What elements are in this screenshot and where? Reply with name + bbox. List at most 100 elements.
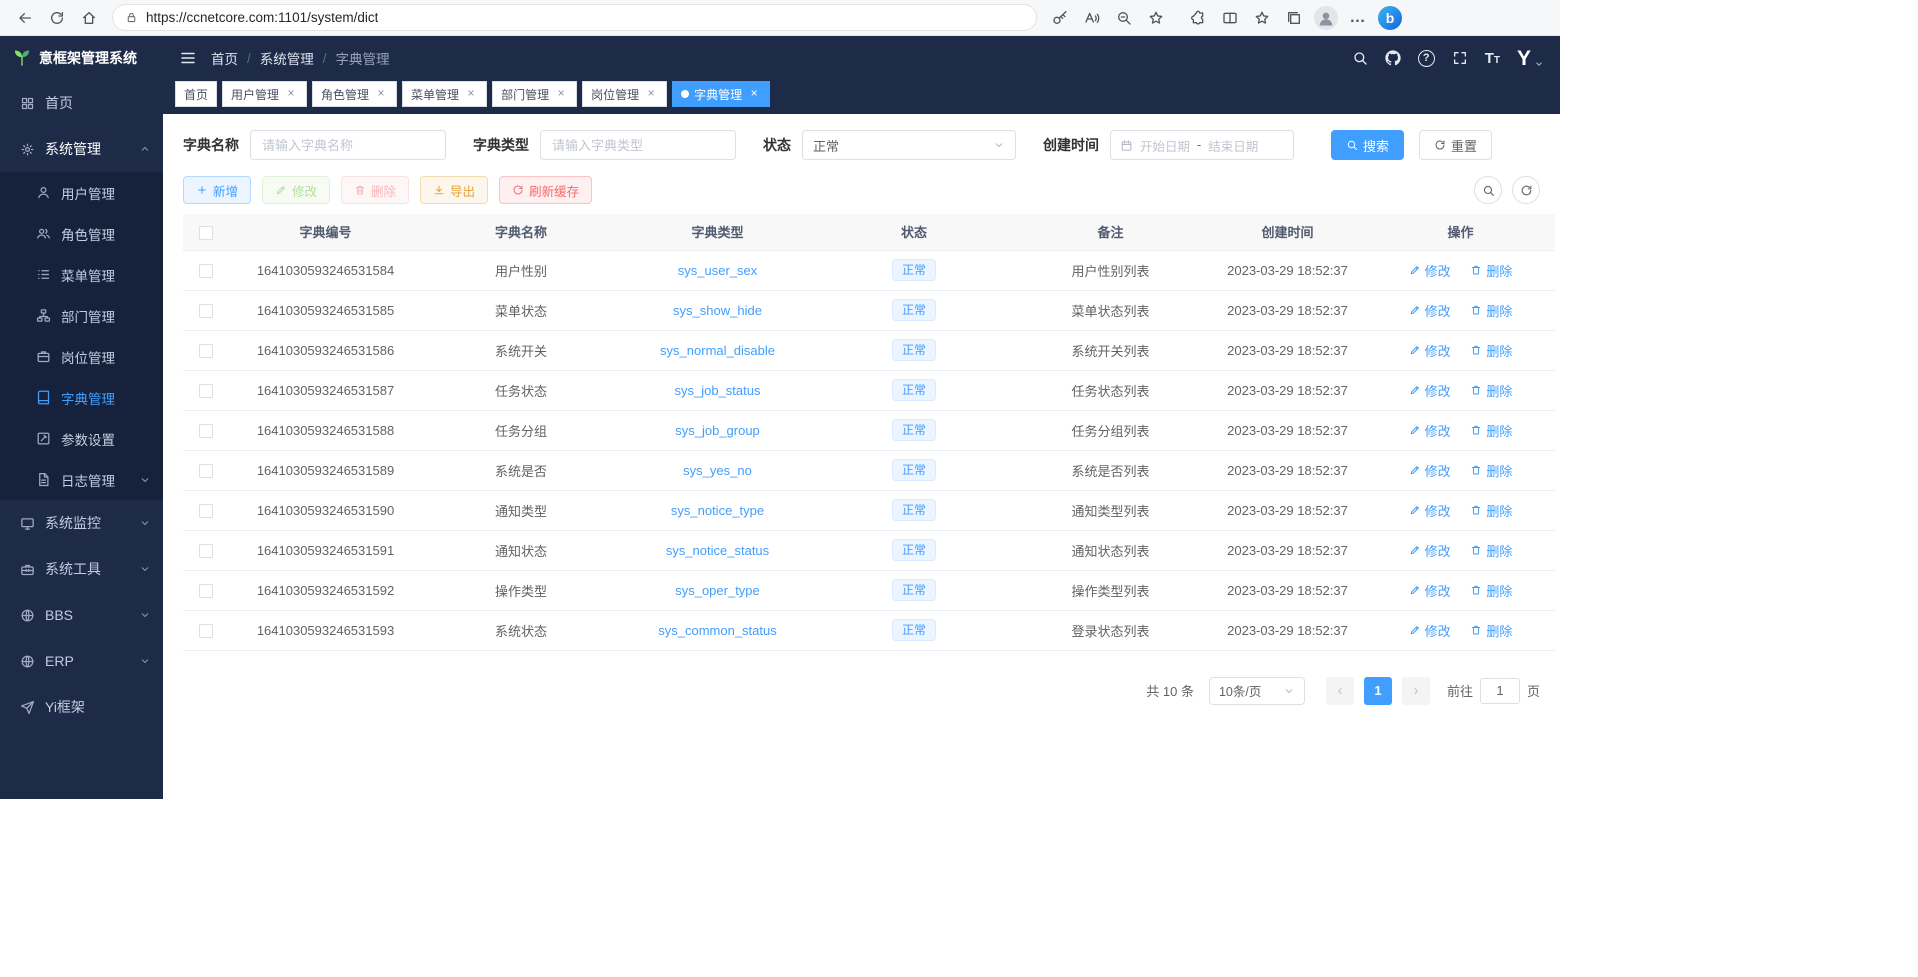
row-edit-button[interactable]: 修改 bbox=[1409, 261, 1451, 280]
fullscreen-button[interactable] bbox=[1452, 50, 1468, 66]
favorite-page-button[interactable] bbox=[1141, 4, 1171, 32]
sidebar-item-menu-management[interactable]: 菜单管理 bbox=[0, 254, 163, 295]
goto-page-input[interactable] bbox=[1480, 678, 1520, 704]
row-delete-button[interactable]: 删除 bbox=[1470, 581, 1512, 600]
row-checkbox[interactable] bbox=[199, 384, 213, 398]
add-button[interactable]: 新增 bbox=[183, 176, 251, 204]
sidebar-item-system-monitor[interactable]: 系统监控 bbox=[0, 500, 163, 546]
home-button[interactable] bbox=[74, 4, 104, 32]
table-row[interactable]: 1641030593246531585 菜单状态 sys_show_hide 正… bbox=[183, 290, 1555, 330]
header-search-button[interactable] bbox=[1352, 50, 1368, 66]
table-row[interactable]: 1641030593246531588 任务分组 sys_job_group 正… bbox=[183, 410, 1555, 450]
search-button[interactable]: 搜索 bbox=[1331, 130, 1404, 160]
dict-type-link[interactable]: sys_normal_disable bbox=[660, 343, 775, 358]
read-aloud-button[interactable] bbox=[1077, 4, 1107, 32]
tab-dict-management[interactable]: 字典管理 × bbox=[672, 81, 770, 107]
table-row[interactable]: 1641030593246531587 任务状态 sys_job_status … bbox=[183, 370, 1555, 410]
tab-dept-management[interactable]: 部门管理 × bbox=[492, 81, 577, 107]
bing-copilot-button[interactable]: b bbox=[1375, 4, 1405, 32]
date-range-picker[interactable]: 开始日期 - 结束日期 bbox=[1110, 130, 1294, 160]
refresh-table-button[interactable] bbox=[1512, 176, 1540, 204]
browser-menu-button[interactable]: … bbox=[1343, 4, 1373, 32]
row-delete-button[interactable]: 删除 bbox=[1470, 341, 1512, 360]
row-edit-button[interactable]: 修改 bbox=[1409, 581, 1451, 600]
sidebar-item-home[interactable]: 首页 bbox=[0, 80, 163, 126]
row-checkbox[interactable] bbox=[199, 304, 213, 318]
breadcrumb-item-system[interactable]: 系统管理 bbox=[260, 48, 314, 68]
row-checkbox[interactable] bbox=[199, 344, 213, 358]
row-delete-button[interactable]: 删除 bbox=[1470, 461, 1512, 480]
sidebar-toggle-button[interactable] bbox=[179, 49, 197, 67]
address-bar[interactable]: https://ccnetcore.com:1101/system/dict bbox=[112, 4, 1037, 31]
export-button[interactable]: 导出 bbox=[420, 176, 488, 204]
dict-type-link[interactable]: sys_oper_type bbox=[675, 583, 760, 598]
tab-close-icon[interactable]: × bbox=[284, 87, 298, 101]
toggle-search-button[interactable] bbox=[1474, 176, 1502, 204]
prev-page-button[interactable]: ‹ bbox=[1326, 677, 1354, 705]
zoom-button[interactable] bbox=[1109, 4, 1139, 32]
font-size-button[interactable]: TT bbox=[1485, 51, 1500, 66]
sidebar-item-post-management[interactable]: 岗位管理 bbox=[0, 336, 163, 377]
sidebar-item-dept-management[interactable]: 部门管理 bbox=[0, 295, 163, 336]
dict-type-link[interactable]: sys_user_sex bbox=[678, 263, 757, 278]
sidebar-item-yi-framework[interactable]: Yi框架 bbox=[0, 684, 163, 730]
row-edit-button[interactable]: 修改 bbox=[1409, 381, 1451, 400]
end-date-input[interactable]: 结束日期 bbox=[1208, 136, 1258, 155]
dict-type-link[interactable]: sys_show_hide bbox=[673, 303, 762, 318]
page-number-1[interactable]: 1 bbox=[1364, 677, 1392, 705]
select-all-checkbox[interactable] bbox=[199, 226, 213, 240]
row-delete-button[interactable]: 删除 bbox=[1470, 541, 1512, 560]
sidebar-item-system-tools[interactable]: 系统工具 bbox=[0, 546, 163, 592]
tab-close-icon[interactable]: × bbox=[644, 87, 658, 101]
row-checkbox[interactable] bbox=[199, 504, 213, 518]
table-row[interactable]: 1641030593246531592 操作类型 sys_oper_type 正… bbox=[183, 570, 1555, 610]
next-page-button[interactable]: › bbox=[1402, 677, 1430, 705]
tab-menu-management[interactable]: 菜单管理 × bbox=[402, 81, 487, 107]
dict-type-input[interactable] bbox=[540, 130, 736, 160]
favorites-button[interactable] bbox=[1247, 4, 1277, 32]
row-delete-button[interactable]: 删除 bbox=[1470, 421, 1512, 440]
passwords-button[interactable] bbox=[1045, 4, 1075, 32]
dict-type-link[interactable]: sys_notice_type bbox=[671, 503, 764, 518]
row-checkbox[interactable] bbox=[199, 264, 213, 278]
help-button[interactable]: ? bbox=[1418, 50, 1435, 67]
profile-button[interactable] bbox=[1311, 4, 1341, 32]
row-edit-button[interactable]: 修改 bbox=[1409, 461, 1451, 480]
tab-post-management[interactable]: 岗位管理 × bbox=[582, 81, 667, 107]
row-checkbox[interactable] bbox=[199, 464, 213, 478]
table-row[interactable]: 1641030593246531586 系统开关 sys_normal_disa… bbox=[183, 330, 1555, 370]
sidebar-item-user-management[interactable]: 用户管理 bbox=[0, 172, 163, 213]
tab-close-icon[interactable]: × bbox=[554, 87, 568, 101]
tab-home[interactable]: 首页 bbox=[175, 81, 217, 107]
status-select[interactable]: 正常 bbox=[802, 130, 1016, 160]
tab-role-management[interactable]: 角色管理 × bbox=[312, 81, 397, 107]
dict-type-link[interactable]: sys_yes_no bbox=[683, 463, 752, 478]
row-checkbox[interactable] bbox=[199, 424, 213, 438]
tab-close-icon[interactable]: × bbox=[747, 87, 761, 101]
github-button[interactable] bbox=[1385, 50, 1401, 66]
row-delete-button[interactable]: 删除 bbox=[1470, 301, 1512, 320]
dict-type-link[interactable]: sys_common_status bbox=[658, 623, 777, 638]
edit-button[interactable]: 修改 bbox=[262, 176, 330, 204]
dict-type-link[interactable]: sys_job_status bbox=[675, 383, 761, 398]
extensions-button[interactable] bbox=[1183, 4, 1213, 32]
sidebar-item-erp[interactable]: ERP bbox=[0, 638, 163, 684]
tab-close-icon[interactable]: × bbox=[464, 87, 478, 101]
table-row[interactable]: 1641030593246531593 系统状态 sys_common_stat… bbox=[183, 610, 1555, 650]
delete-button[interactable]: 删除 bbox=[341, 176, 409, 204]
dict-type-link[interactable]: sys_notice_status bbox=[666, 543, 769, 558]
sidebar-item-bbs[interactable]: BBS bbox=[0, 592, 163, 638]
row-delete-button[interactable]: 删除 bbox=[1470, 381, 1512, 400]
split-screen-button[interactable] bbox=[1215, 4, 1245, 32]
app-logo[interactable]: 意框架管理系统 bbox=[0, 36, 163, 80]
collections-button[interactable] bbox=[1279, 4, 1309, 32]
table-row[interactable]: 1641030593246531591 通知状态 sys_notice_stat… bbox=[183, 530, 1555, 570]
user-menu-button[interactable]: Y bbox=[1517, 48, 1544, 69]
row-edit-button[interactable]: 修改 bbox=[1409, 501, 1451, 520]
reset-button[interactable]: 重置 bbox=[1419, 130, 1492, 160]
table-row[interactable]: 1641030593246531589 系统是否 sys_yes_no 正常 系… bbox=[183, 450, 1555, 490]
reload-button[interactable] bbox=[42, 4, 72, 32]
row-edit-button[interactable]: 修改 bbox=[1409, 421, 1451, 440]
sidebar-item-log-management[interactable]: 日志管理 bbox=[0, 459, 163, 500]
page-size-select[interactable]: 10条/页 bbox=[1209, 677, 1305, 705]
